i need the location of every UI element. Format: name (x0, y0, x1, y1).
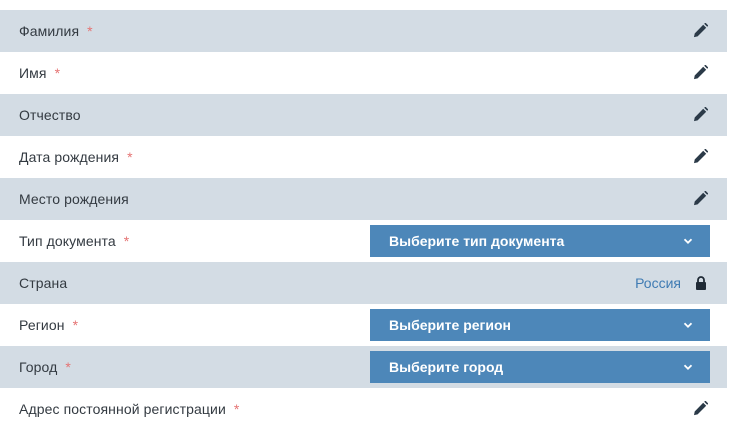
country-value-text: Россия (635, 275, 681, 291)
document-type-select-label: Выберите тип документа (389, 233, 565, 249)
pencil-icon[interactable] (692, 191, 708, 207)
required-marker: * (54, 65, 61, 81)
region-select-label: Выберите регион (389, 317, 511, 333)
field-label-document-type: Тип документа * (19, 233, 130, 249)
field-label-name: Имя * (19, 65, 61, 81)
field-label-country: Страна (19, 275, 68, 291)
required-marker: * (87, 23, 93, 39)
field-label-birth-place: Место рождения (19, 191, 129, 207)
field-row-registration-address: Адрес постоянной регистрации * (0, 388, 727, 430)
field-label-registration-address: Адрес постоянной регистрации * (19, 401, 240, 417)
pencil-icon[interactable] (692, 65, 708, 81)
field-row-patronymic: Отчество (0, 94, 727, 136)
field-row-name: Имя * (0, 52, 727, 94)
field-label-patronymic: Отчество (19, 107, 81, 123)
field-row-birth-place: Место рождения (0, 178, 727, 220)
pencil-icon[interactable] (692, 401, 708, 417)
required-marker: * (123, 233, 130, 249)
chevron-down-icon (683, 238, 693, 244)
chevron-down-icon (683, 322, 693, 328)
pencil-icon[interactable] (692, 107, 708, 123)
field-row-birth-date: Дата рождения * (0, 136, 727, 178)
document-type-select[interactable]: Выберите тип документа (370, 225, 710, 257)
field-label-birth-date: Дата рождения * (19, 149, 133, 165)
personal-data-form: Фамилия * Имя * Отчество Дата рождения * Ме… (0, 10, 727, 430)
required-marker: * (233, 401, 240, 417)
field-row-city: Город * Выберите город (0, 346, 727, 388)
chevron-down-icon (683, 364, 693, 370)
region-select[interactable]: Выберите регион (370, 309, 710, 341)
field-row-country: Страна Россия (0, 262, 727, 304)
city-select[interactable]: Выберите город (370, 351, 710, 383)
city-select-label: Выберите город (389, 359, 504, 375)
lock-icon (696, 276, 706, 290)
required-marker: * (65, 359, 71, 375)
required-marker: * (127, 149, 133, 165)
required-marker: * (72, 317, 79, 333)
field-label-city: Город * (19, 359, 71, 375)
country-value: Россия (635, 275, 707, 291)
pencil-icon[interactable] (692, 23, 708, 39)
pencil-icon[interactable] (692, 149, 708, 165)
field-row-surname: Фамилия * (0, 10, 727, 52)
field-label-region: Регион * (19, 317, 79, 333)
field-label-surname: Фамилия * (19, 23, 93, 39)
field-row-document-type: Тип документа * Выберите тип документа (0, 220, 727, 262)
field-row-region: Регион * Выберите регион (0, 304, 727, 346)
